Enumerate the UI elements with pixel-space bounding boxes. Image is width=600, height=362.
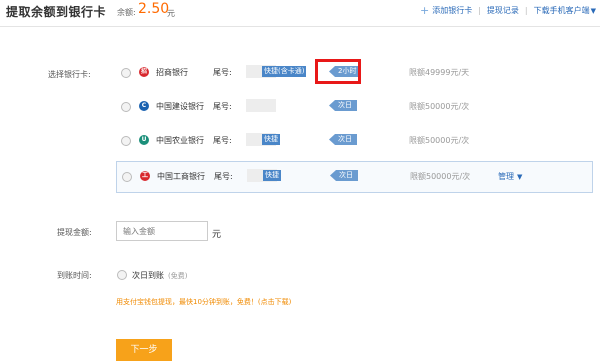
bank-row-abc[interactable]: U 中国农业银行 尾号: 快捷 次日 限额50000元/次: [116, 127, 591, 155]
fast-pay-tag: 快捷(含卡通): [262, 66, 307, 77]
arrival-time-label: 到账时间:: [57, 271, 92, 280]
bank-logo-icon: 工: [140, 171, 150, 181]
balance-amount: 2.50: [138, 1, 170, 17]
arrival-option-label: 次日到账: [132, 271, 164, 280]
limit-text: 限额50000元/次: [409, 136, 470, 145]
card-select-label: 选择银行卡:: [48, 70, 91, 79]
fast-pay-tag: 快捷: [262, 134, 280, 145]
next-step-button[interactable]: 下一步: [116, 339, 172, 361]
bank-name: 中国工商银行: [157, 172, 205, 181]
manage-dropdown[interactable]: 管理 ▼: [498, 171, 522, 182]
bank-name: 招商银行: [156, 68, 188, 77]
link-separator: |: [478, 6, 481, 15]
balance-label: 余额:: [117, 8, 136, 17]
withdraw-history-link[interactable]: 提现记录: [487, 5, 519, 16]
fast-pay-tag: 快捷: [263, 170, 281, 181]
arrival-radio[interactable]: [117, 270, 127, 280]
amount-unit: 元: [212, 230, 222, 240]
bank-radio[interactable]: [121, 102, 131, 112]
limit-text: 限额50000元/次: [410, 172, 471, 181]
bank-row-icbc[interactable]: 工 中国工商银行 尾号: 快捷 次日 限额50000元/次 管理 ▼: [116, 161, 593, 193]
tail-number-masked: [246, 99, 276, 112]
promo-link[interactable]: 用支付宝钱包提现，最快10分钟到账，免费！(点击下载): [116, 297, 291, 307]
bank-logo-icon: 招: [139, 67, 149, 77]
arrival-time-tag: 次日: [330, 170, 358, 181]
manage-label: 管理: [498, 172, 514, 181]
bank-logo-icon: U: [139, 135, 149, 145]
bank-logo-icon: C: [139, 101, 149, 111]
add-card-link[interactable]: 添加银行卡: [432, 5, 472, 16]
header-divider: [0, 26, 600, 27]
header-bar: 提取余额到银行卡 余额: 2.50 元 + 添加银行卡 | 提现记录 | 下载手…: [0, 0, 600, 24]
amount-label: 提现金额:: [57, 228, 92, 237]
limit-text: 限额49999元/天: [409, 68, 470, 77]
mobile-app-link[interactable]: 下载手机客户端: [534, 5, 590, 16]
annotation-highlight-box: [315, 59, 361, 84]
bank-name: 中国农业银行: [156, 136, 204, 145]
header-links: + 添加银行卡 | 提现记录 | 下载手机客户端 ▼: [420, 5, 596, 16]
arrival-time-tag: 次日: [329, 134, 357, 145]
bank-radio[interactable]: [122, 172, 132, 182]
link-separator: |: [524, 6, 528, 15]
tail-number-label: 尾号:: [213, 102, 232, 111]
bank-radio[interactable]: [121, 136, 131, 146]
amount-input[interactable]: [116, 221, 208, 241]
arrival-fee-note: (免费): [168, 272, 188, 280]
tail-number-label: 尾号:: [213, 68, 232, 77]
plus-icon: +: [419, 4, 430, 17]
limit-text: 限额50000元/次: [409, 102, 470, 111]
tail-number-label: 尾号:: [214, 172, 233, 181]
bank-radio[interactable]: [121, 68, 131, 78]
caret-down-icon: ▼: [517, 173, 523, 181]
tail-number-label: 尾号:: [213, 136, 232, 145]
arrival-time-tag: 次日: [329, 100, 357, 111]
bank-row-ccb[interactable]: C 中国建设银行 尾号: 次日 限额50000元/次: [116, 93, 591, 121]
bank-name: 中国建设银行: [156, 102, 204, 111]
page-title: 提取余额到银行卡: [6, 5, 107, 19]
caret-down-icon: ▼: [590, 6, 596, 15]
balance-unit: 元: [167, 9, 175, 18]
